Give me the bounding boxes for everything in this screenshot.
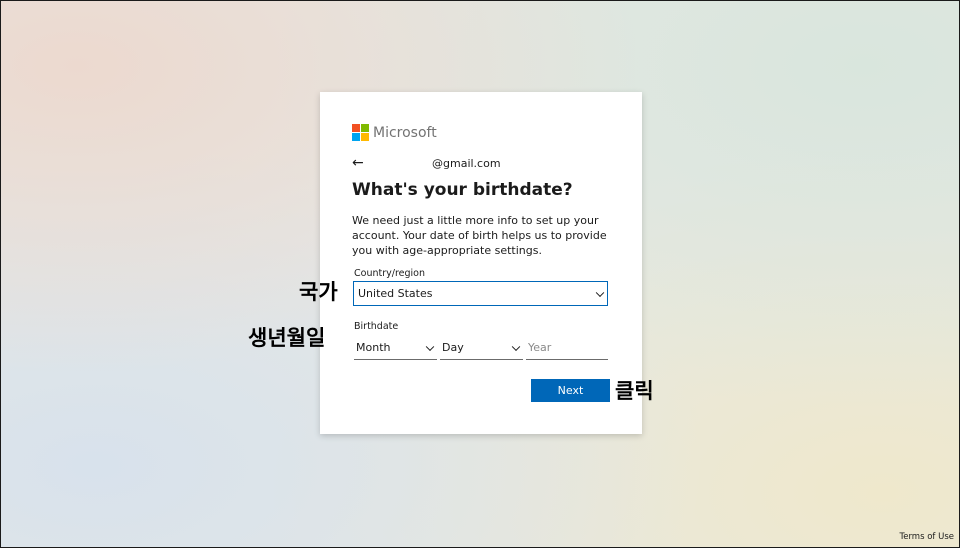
day-select[interactable]: Day — [440, 336, 523, 360]
country-select[interactable]: United States — [353, 281, 608, 306]
chevron-down-icon — [425, 342, 435, 351]
annotation-click: 클릭 — [615, 379, 654, 403]
day-value: Day — [442, 341, 464, 354]
signup-card: Microsoft ← @gmail.com What's your birth… — [320, 92, 642, 434]
country-value: United States — [358, 287, 433, 300]
chevron-down-icon — [511, 342, 521, 351]
chevron-down-icon — [595, 288, 605, 297]
identity-banner: ← @gmail.com — [352, 154, 612, 172]
year-input[interactable]: Year — [526, 336, 608, 360]
annotation-country: 국가 — [299, 280, 338, 304]
country-label: Country/region — [354, 268, 425, 279]
description-text: We need just a little more info to set u… — [352, 214, 607, 257]
logo-text: Microsoft — [373, 124, 437, 141]
next-button[interactable]: Next — [531, 379, 610, 402]
terms-of-use-link[interactable]: Terms of Use — [899, 532, 954, 542]
account-email: @gmail.com — [432, 156, 501, 170]
microsoft-squares-icon — [352, 124, 369, 141]
birthdate-label: Birthdate — [354, 321, 399, 332]
month-value: Month — [356, 341, 391, 354]
page-title: What's your birthdate? — [352, 180, 573, 200]
month-select[interactable]: Month — [354, 336, 437, 360]
annotation-birthdate: 생년월일 — [248, 326, 326, 350]
year-placeholder: Year — [528, 341, 552, 354]
microsoft-logo: Microsoft — [352, 124, 437, 141]
arrow-left-icon[interactable]: ← — [352, 154, 370, 172]
